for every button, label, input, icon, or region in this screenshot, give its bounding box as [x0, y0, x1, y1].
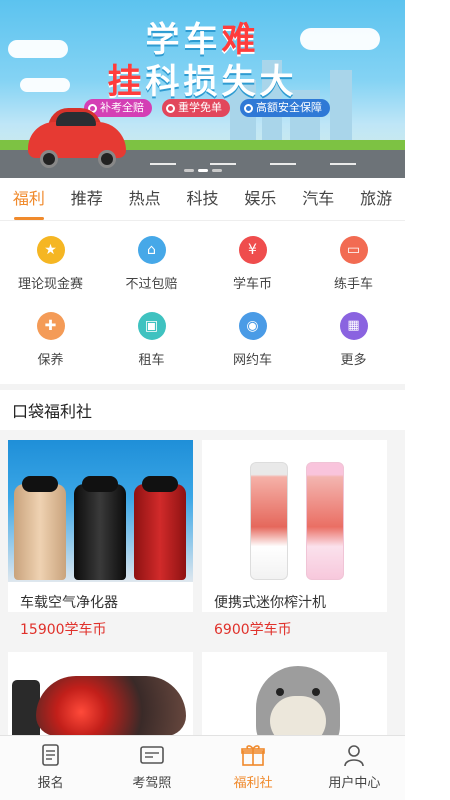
- grid-item-maintenance[interactable]: ✚ 保养: [0, 312, 101, 368]
- banner-title-line2: 挂科损失大: [107, 62, 298, 102]
- page-margin: [405, 0, 450, 800]
- product-image-air-purifier: [8, 440, 193, 582]
- user-icon: [341, 742, 367, 768]
- tab-entertainment[interactable]: 娱乐: [231, 178, 289, 220]
- radio-dot-icon: [244, 103, 253, 113]
- grid-item-theory-cash-contest[interactable]: ★ 理论现金赛: [0, 236, 101, 292]
- road-marking: [330, 163, 356, 165]
- product-price: 6900学车币: [214, 622, 292, 638]
- promo-banner[interactable]: 学车难 挂科损失大 补考全赔 重学免单 高额安全保障: [0, 0, 405, 178]
- car-icon: ▭: [339, 236, 368, 264]
- road-marking: [210, 163, 236, 165]
- grid-item-more[interactable]: ▦ 更多: [303, 312, 404, 368]
- wrench-car-icon: ✚: [36, 312, 65, 340]
- product-price: 15900学车币: [20, 622, 107, 638]
- signup-icon: [38, 742, 64, 768]
- rental-car-icon: ▣: [137, 312, 166, 340]
- ride-hailing-icon: ◉: [238, 312, 267, 340]
- bottom-navigation: 报名 考驾照 福利社 用户中心: [0, 735, 405, 800]
- grid-item-practice-car[interactable]: ▭ 练手车: [303, 236, 404, 292]
- grid-item-driving-coins[interactable]: ¥ 学车币: [202, 236, 303, 292]
- tab-auto[interactable]: 汽车: [289, 178, 347, 220]
- trophy-icon: ★: [36, 236, 65, 264]
- product-card-juicer[interactable]: 便携式迷你榨汁机 6900学车币: [202, 440, 387, 638]
- nav-signup[interactable]: 报名: [0, 736, 101, 800]
- product-name: 车载空气净化器: [20, 595, 118, 611]
- carousel-indicator: [0, 169, 405, 172]
- tab-recommend[interactable]: 推荐: [58, 178, 116, 220]
- road-marking: [270, 163, 296, 165]
- product-image-juicer: [202, 440, 387, 582]
- nav-user-center[interactable]: 用户中心: [304, 736, 405, 800]
- tab-hot[interactable]: 热点: [116, 178, 174, 220]
- license-card-icon: [139, 742, 165, 768]
- grid-item-ride-hailing[interactable]: ◉ 网约车: [202, 312, 303, 368]
- section-divider: [0, 384, 405, 390]
- road-marking: [150, 163, 176, 165]
- coin-icon: ¥: [238, 236, 267, 264]
- category-tabs: 福利 推荐 热点 科技 娱乐 汽车 旅游: [0, 178, 405, 221]
- radio-dot-icon: [166, 103, 175, 113]
- more-grid-icon: ▦: [339, 312, 368, 340]
- product-list: 车载空气净化器 15900学车币 便携式迷你榨汁机 6900学车币: [0, 430, 405, 794]
- feature-grid: ★ 理论现金赛 ⌂ 不过包赔 ¥ 学车币 ▭ 练手车 ✚ 保养 ▣ 租车 ◉ 网…: [0, 224, 405, 384]
- gift-icon: [240, 742, 266, 768]
- nav-get-license[interactable]: 考驾照: [101, 736, 202, 800]
- tab-tech[interactable]: 科技: [174, 178, 232, 220]
- app-screen: 学车难 挂科损失大 补考全赔 重学免单 高额安全保障 福利 推荐 热点 科技 娱…: [0, 0, 405, 800]
- grid-item-car-rental[interactable]: ▣ 租车: [101, 312, 202, 368]
- tab-travel[interactable]: 旅游: [347, 178, 405, 220]
- banner-pill-3: 高额安全保障: [240, 99, 330, 117]
- nav-welfare-club[interactable]: 福利社: [203, 736, 304, 800]
- home-icon: ⌂: [137, 236, 166, 264]
- grid-item-fail-compensation[interactable]: ⌂ 不过包赔: [101, 236, 202, 292]
- banner-pill-2: 重学免单: [162, 99, 230, 117]
- section-title: 口袋福利社: [12, 402, 93, 421]
- tab-welfare[interactable]: 福利: [0, 178, 58, 220]
- product-card-air-purifier[interactable]: 车载空气净化器 15900学车币: [8, 440, 193, 638]
- product-name: 便携式迷你榨汁机: [214, 595, 326, 611]
